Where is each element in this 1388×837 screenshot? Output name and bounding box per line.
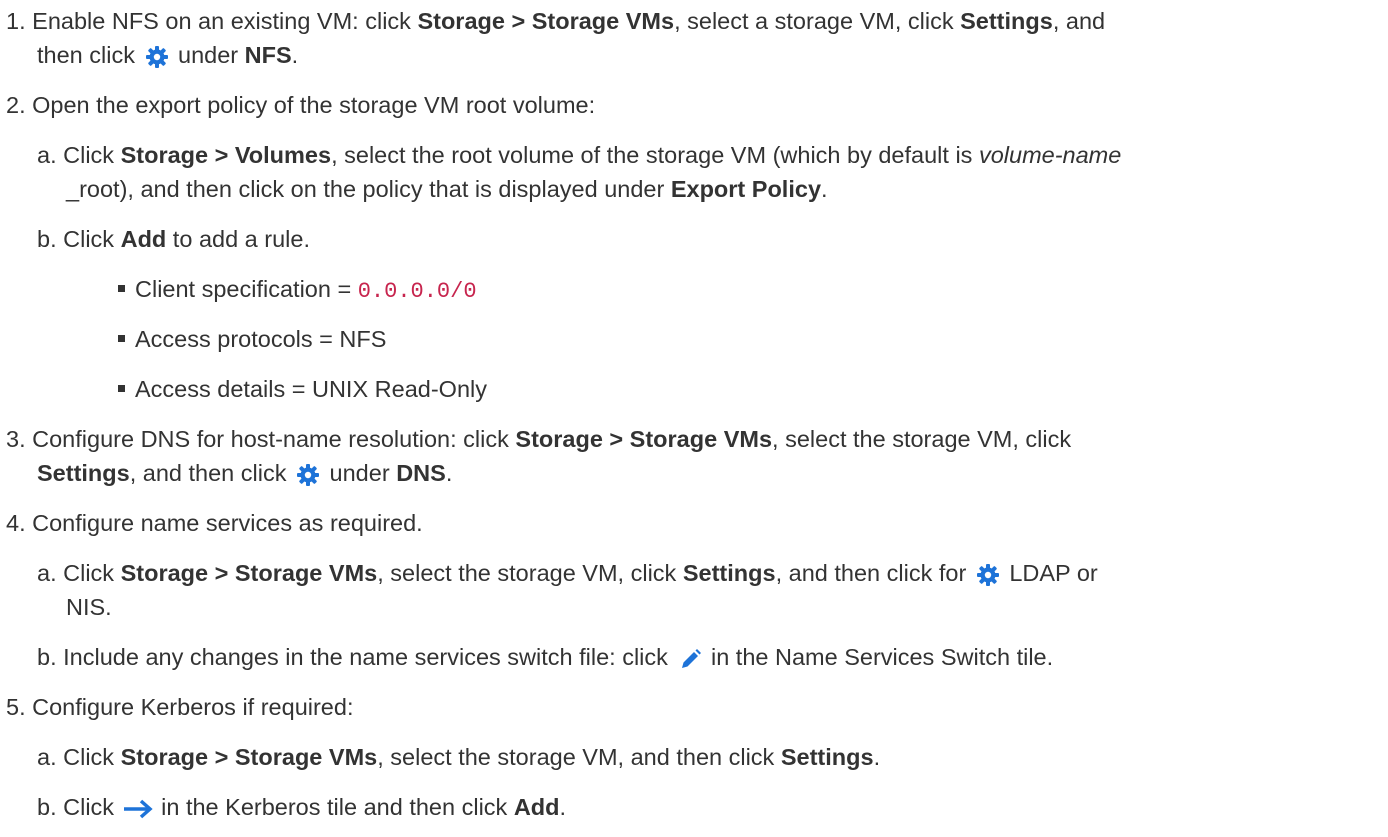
step-5a-line: a. Click Storage > Storage VMs, select t… (37, 740, 880, 774)
step-text: , select the storage VM, click (772, 426, 1072, 452)
step-text: under (323, 460, 397, 486)
step-text: Configure Kerberos if required: (32, 694, 354, 720)
settings-label: Settings (780, 744, 874, 770)
step-text: , select the storage VM, click (377, 560, 683, 586)
step-2a-line-1: a. Click Storage > Volumes, select the r… (37, 138, 1121, 172)
step-1-line-2: then click under NFS. (37, 38, 298, 72)
bullet-access-protocols: Access protocols = NFS (118, 322, 386, 356)
substep-number: a. (37, 142, 57, 168)
export-policy-label: Export Policy (670, 176, 822, 202)
step-text: _root), and then click on the policy tha… (66, 176, 671, 202)
step-3-line-1: 3. Configure DNS for host-name resolutio… (6, 422, 1071, 456)
step-text: in the Name Services Switch tile. (704, 644, 1054, 670)
arrow-right-icon (123, 799, 153, 819)
bullet-access-details: Access details = UNIX Read-Only (118, 372, 487, 406)
substep-number: a. (37, 744, 57, 770)
step-text: . (445, 460, 453, 486)
step-text: , select the storage VM, and then click (377, 744, 781, 770)
step-text: , and (1052, 8, 1106, 34)
add-label: Add (513, 794, 560, 820)
step-text: . (291, 42, 299, 68)
step-text: , and then click (129, 460, 294, 486)
settings-label: Settings (37, 460, 130, 486)
bullet-text: Access details = UNIX Read-Only (135, 376, 487, 402)
settings-label: Settings (682, 560, 776, 586)
bullet-client-spec: Client specification = 0.0.0.0/0 (118, 272, 477, 309)
bullet-text: Client specification = (135, 276, 358, 302)
step-text: Click (63, 744, 121, 770)
nfs-label: NFS (244, 42, 292, 68)
step-text: Click (63, 794, 121, 820)
step-text: then click (37, 42, 142, 68)
gear-icon (145, 46, 168, 68)
menu-path: Storage > Volumes (120, 142, 332, 168)
step-text: to add a rule. (166, 226, 310, 252)
step-number: 2. (6, 92, 26, 118)
step-2b-line: b. Click Add to add a rule. (37, 222, 310, 256)
menu-path: Storage > Storage VMs (120, 560, 378, 586)
step-1-line-1: 1. Enable NFS on an existing VM: click S… (6, 4, 1105, 38)
substep-number: b. (37, 794, 57, 820)
step-number: 5. (6, 694, 26, 720)
menu-path: Storage > Storage VMs (120, 744, 378, 770)
step-4a-line-2: NIS. (66, 590, 112, 624)
step-number: 1. (6, 8, 26, 34)
menu-path: Storage > Storage VMs (515, 426, 773, 452)
settings-label: Settings (960, 8, 1053, 34)
bullet-marker (118, 335, 125, 342)
step-text: LDAP or (1002, 560, 1098, 586)
gear-icon (976, 564, 999, 586)
step-text: NIS. (66, 594, 112, 620)
dns-label: DNS (396, 460, 446, 486)
volume-name-italic: volume-name (978, 142, 1122, 168)
step-2a-line-2: _root), and then click on the policy tha… (66, 172, 828, 206)
step-text: . (873, 744, 881, 770)
step-text: . (559, 794, 567, 820)
step-5-line: 5. Configure Kerberos if required: (6, 690, 353, 724)
step-text: Include any changes in the name services… (63, 644, 675, 670)
bullet-text: Access protocols = NFS (135, 326, 387, 352)
step-4b-line: b. Include any changes in the name servi… (37, 640, 1053, 674)
substep-number: a. (37, 560, 57, 586)
step-text: , select a storage VM, click (674, 8, 961, 34)
substep-number: b. (37, 226, 57, 252)
step-number: 4. (6, 510, 26, 536)
pencil-icon (682, 649, 702, 668)
step-text: Click (63, 226, 121, 252)
step-text: , select the root volume of the storage … (331, 142, 979, 168)
code-value: 0.0.0.0/0 (357, 279, 477, 304)
step-text: , and then click for (775, 560, 973, 586)
menu-path: Storage > Storage VMs (417, 8, 675, 34)
step-text: Configure name services as required. (32, 510, 423, 536)
bullet-marker (118, 385, 125, 392)
step-text: Open the export policy of the storage VM… (32, 92, 596, 118)
step-text: under (171, 42, 245, 68)
step-5b-line: b. Click in the Kerberos tile and then c… (37, 790, 566, 824)
step-3-line-2: Settings, and then click under DNS. (37, 456, 452, 490)
step-text: Enable NFS on an existing VM: click (32, 8, 418, 34)
step-number: 3. (6, 426, 26, 452)
step-text: Click (63, 560, 121, 586)
step-text: in the Kerberos tile and then click (154, 794, 514, 820)
bullet-marker (118, 285, 125, 292)
document-page: 1. Enable NFS on an existing VM: click S… (0, 0, 1388, 837)
step-text: Click (63, 142, 121, 168)
step-4a-line-1: a. Click Storage > Storage VMs, select t… (37, 556, 1098, 590)
step-2-line: 2. Open the export policy of the storage… (6, 88, 595, 122)
add-label: Add (120, 226, 167, 252)
step-text: Configure DNS for host-name resolution: … (32, 426, 516, 452)
step-text: . (821, 176, 828, 202)
step-4-line: 4. Configure name services as required. (6, 506, 423, 540)
gear-icon (297, 464, 320, 486)
substep-number: b. (37, 644, 57, 670)
